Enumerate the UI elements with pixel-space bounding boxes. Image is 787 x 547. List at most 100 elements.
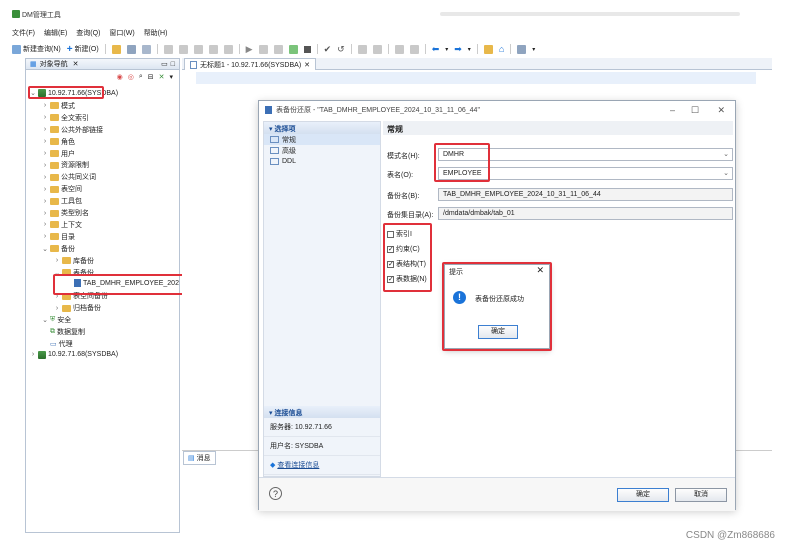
tree-item[interactable]: ⌄ 备份 bbox=[42, 244, 75, 254]
sidebar-item-advanced[interactable]: 高级 bbox=[264, 145, 380, 156]
close-icon[interactable]: ✕ bbox=[73, 60, 79, 68]
explain-icon[interactable] bbox=[273, 44, 283, 54]
save-icon[interactable] bbox=[126, 44, 136, 54]
folder-icon bbox=[50, 114, 59, 122]
compare-icon[interactable] bbox=[394, 44, 404, 54]
tree-item-label: 角色 bbox=[61, 138, 75, 146]
menu-query[interactable]: 查询(Q) bbox=[76, 28, 100, 38]
new-button[interactable]: + 新建(O) bbox=[67, 44, 99, 55]
commit-icon[interactable]: ✔ bbox=[324, 44, 332, 55]
chevron-down-icon[interactable]: ⌄ bbox=[42, 316, 48, 324]
chevron-right-icon[interactable]: › bbox=[42, 150, 48, 157]
open-folder-icon[interactable] bbox=[111, 44, 121, 54]
tree-item[interactable]: › 上下文 bbox=[42, 220, 82, 230]
collapse-icon[interactable]: ⊟ bbox=[148, 73, 154, 81]
pin-icon[interactable] bbox=[483, 44, 493, 54]
chevron-right-icon[interactable]: › bbox=[42, 221, 48, 228]
chevron-right-icon[interactable]: › bbox=[42, 162, 48, 169]
tree-item[interactable]: › 目录 bbox=[42, 232, 75, 242]
shield-icon: ⛨ bbox=[50, 316, 56, 324]
ok-button[interactable]: 确定 bbox=[617, 488, 669, 502]
tree-item[interactable]: › 表空间 bbox=[42, 184, 82, 194]
rollback-icon[interactable]: ↺ bbox=[337, 44, 345, 55]
chevron-down-icon[interactable]: ▾ bbox=[445, 46, 448, 53]
run-script-icon[interactable] bbox=[258, 44, 268, 54]
maximize-icon[interactable]: ☐ bbox=[691, 105, 699, 116]
chevron-right-icon[interactable]: › bbox=[42, 186, 48, 193]
chevron-down-icon[interactable]: ⌄ bbox=[42, 245, 48, 253]
back-arrow-icon[interactable]: ⬅ bbox=[432, 44, 440, 55]
menu-file[interactable]: 文件(F) bbox=[12, 28, 35, 38]
tree-item[interactable]: ▭ 代理 bbox=[42, 339, 73, 349]
cut-icon[interactable] bbox=[193, 44, 203, 54]
messages-tab[interactable]: ▤ 消息 bbox=[183, 451, 216, 465]
debug-icon[interactable] bbox=[409, 44, 419, 54]
chevron-right-icon[interactable]: › bbox=[42, 126, 48, 133]
tree-item[interactable]: › 工具包 bbox=[42, 196, 82, 206]
chevron-down-icon[interactable]: ▾ bbox=[532, 46, 535, 53]
sidebar-item-ddl[interactable]: DDL bbox=[264, 156, 380, 167]
view-connection-link[interactable]: ◆ 查看连接信息 bbox=[264, 456, 380, 475]
minimize-icon[interactable]: – bbox=[670, 105, 675, 115]
tree-item-label: 上下文 bbox=[61, 221, 82, 229]
chevron-right-icon[interactable]: › bbox=[54, 305, 60, 312]
tree-item[interactable]: ⌄ ⛨ 安全 bbox=[42, 315, 71, 325]
tree-item[interactable]: › 角色 bbox=[42, 137, 75, 147]
chevron-right-icon[interactable]: › bbox=[42, 102, 48, 109]
help-icon[interactable]: ? bbox=[269, 487, 282, 500]
home-icon[interactable]: ⌂ bbox=[499, 44, 504, 54]
stop-icon[interactable] bbox=[303, 45, 311, 53]
view-menu-icon[interactable]: ▾ bbox=[169, 73, 173, 81]
link-icon[interactable]: ✕ bbox=[159, 73, 165, 81]
tree-item[interactable]: › 10.92.71.68(SYSDBA) bbox=[30, 350, 118, 359]
highlight-checkboxes bbox=[383, 223, 432, 292]
chevron-right-icon[interactable]: › bbox=[42, 114, 48, 121]
search-icon[interactable]: ⌕ bbox=[139, 73, 143, 81]
execute-plan-icon[interactable] bbox=[288, 44, 298, 54]
new-query-button[interactable]: 新建查询(N) bbox=[12, 44, 61, 54]
toolbar-separator bbox=[104, 44, 106, 54]
chevron-right-icon[interactable]: › bbox=[42, 138, 48, 145]
chevron-right-icon[interactable]: › bbox=[30, 351, 36, 358]
cancel-button[interactable]: 取消 bbox=[675, 488, 727, 502]
chevron-down-icon[interactable]: ▾ bbox=[468, 46, 471, 53]
chevron-right-icon[interactable]: › bbox=[42, 174, 48, 181]
run-icon[interactable]: ▶ bbox=[246, 44, 253, 55]
tree-item-label: 备份 bbox=[61, 245, 75, 253]
editor-tab[interactable]: 无标题1 - 10.92.71.66(SYSDBA) ✕ bbox=[184, 58, 317, 70]
redo-icon[interactable] bbox=[178, 44, 188, 54]
menu-window[interactable]: 窗口(W) bbox=[109, 28, 134, 38]
forward-arrow-icon[interactable]: ➡ bbox=[454, 44, 462, 55]
format-icon[interactable] bbox=[357, 44, 367, 54]
tree-item[interactable]: › 类型别名 bbox=[42, 208, 89, 218]
tree-item[interactable]: › 模式 bbox=[42, 101, 75, 111]
close-icon[interactable]: ✕ bbox=[304, 61, 310, 69]
save-all-icon[interactable] bbox=[141, 44, 151, 54]
maximize-icon[interactable]: □ bbox=[171, 61, 175, 68]
schema-label: 模式名(H): bbox=[387, 153, 420, 160]
menu-help[interactable]: 帮助(H) bbox=[144, 28, 168, 38]
sidebar-item-general[interactable]: 常规 bbox=[264, 134, 380, 145]
chevron-right-icon[interactable]: › bbox=[42, 210, 48, 217]
tree-item[interactable]: › 归档备份 bbox=[54, 303, 101, 313]
tree-item[interactable]: › 资源限制 bbox=[42, 160, 89, 170]
chevron-right-icon[interactable]: › bbox=[54, 257, 60, 264]
minimize-icon[interactable]: ▭ bbox=[161, 60, 168, 68]
copy-icon[interactable] bbox=[208, 44, 218, 54]
menu-edit[interactable]: 编辑(E) bbox=[44, 28, 67, 38]
grid-icon[interactable] bbox=[372, 44, 382, 54]
window-icon[interactable] bbox=[517, 44, 527, 54]
chevron-right-icon[interactable]: › bbox=[42, 233, 48, 240]
tree-item[interactable]: › 全文索引 bbox=[42, 113, 89, 123]
tree-item[interactable]: › 公共同义词 bbox=[42, 172, 96, 182]
remove-connection-icon[interactable]: ◎ bbox=[128, 73, 134, 81]
paste-icon[interactable] bbox=[223, 44, 233, 54]
tree-item[interactable]: › 公共外部链接 bbox=[42, 125, 103, 135]
tree-item[interactable]: ⧉ 数据复制 bbox=[42, 327, 85, 337]
add-connection-icon[interactable]: ◉ bbox=[117, 73, 123, 81]
tree-item[interactable]: › 用户 bbox=[42, 149, 75, 159]
undo-icon[interactable] bbox=[163, 44, 173, 54]
close-icon[interactable]: ✕ bbox=[717, 105, 725, 116]
tree-item[interactable]: › 库备份 bbox=[54, 256, 94, 266]
chevron-right-icon[interactable]: › bbox=[42, 198, 48, 205]
